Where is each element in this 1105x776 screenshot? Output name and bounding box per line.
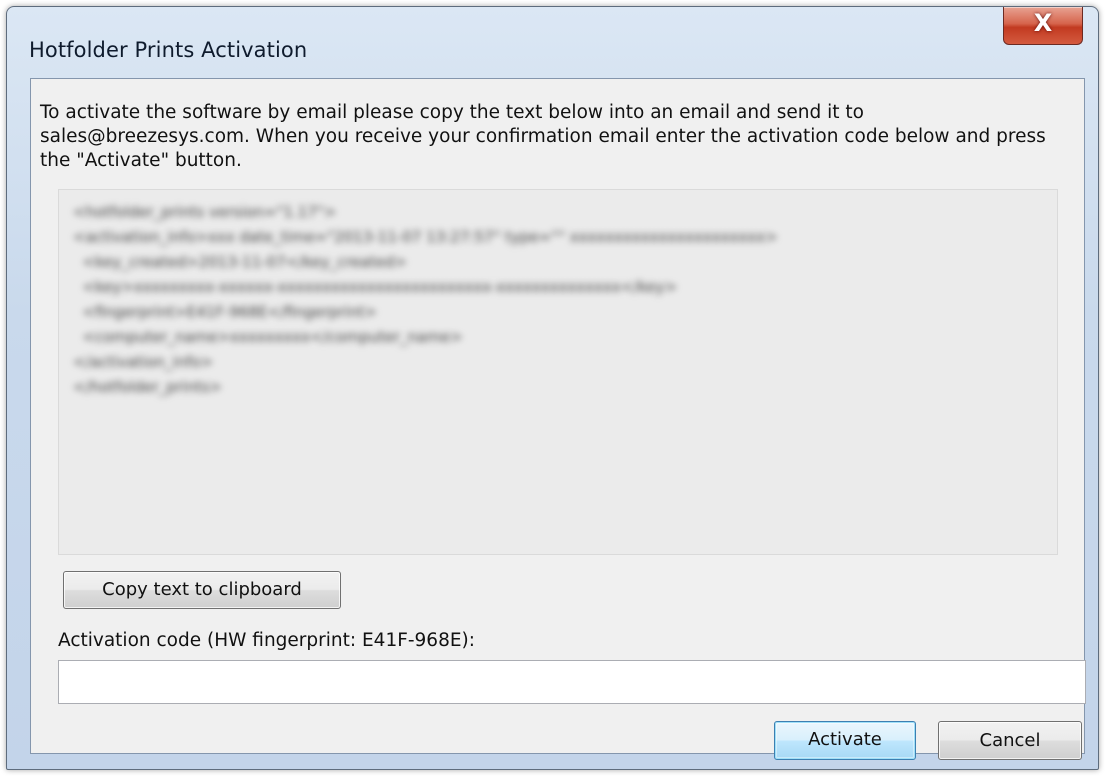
activate-button[interactable]: Activate — [774, 721, 916, 760]
activation-code-label: Activation code (HW fingerprint: E41F-96… — [58, 630, 475, 651]
title-bar[interactable]: Hotfolder Prints Activation X — [7, 7, 1098, 79]
activation-request-content: <hotfolder_prints version="1.17"> <activ… — [73, 203, 778, 396]
activation-request-text[interactable]: <hotfolder_prints version="1.17"> <activ… — [58, 189, 1058, 555]
window-title: Hotfolder Prints Activation — [29, 38, 308, 62]
instructions-text: To activate the software by email please… — [40, 102, 1046, 171]
close-icon: X — [1033, 9, 1053, 37]
close-button[interactable]: X — [1003, 7, 1083, 45]
activation-dialog-window: Hotfolder Prints Activation X To activat… — [6, 6, 1099, 770]
copy-to-clipboard-button[interactable]: Copy text to clipboard — [63, 571, 341, 609]
activation-code-input[interactable] — [58, 660, 1086, 704]
dialog-client-area: To activate the software by email please… — [30, 78, 1086, 760]
cancel-button[interactable]: Cancel — [938, 721, 1082, 760]
